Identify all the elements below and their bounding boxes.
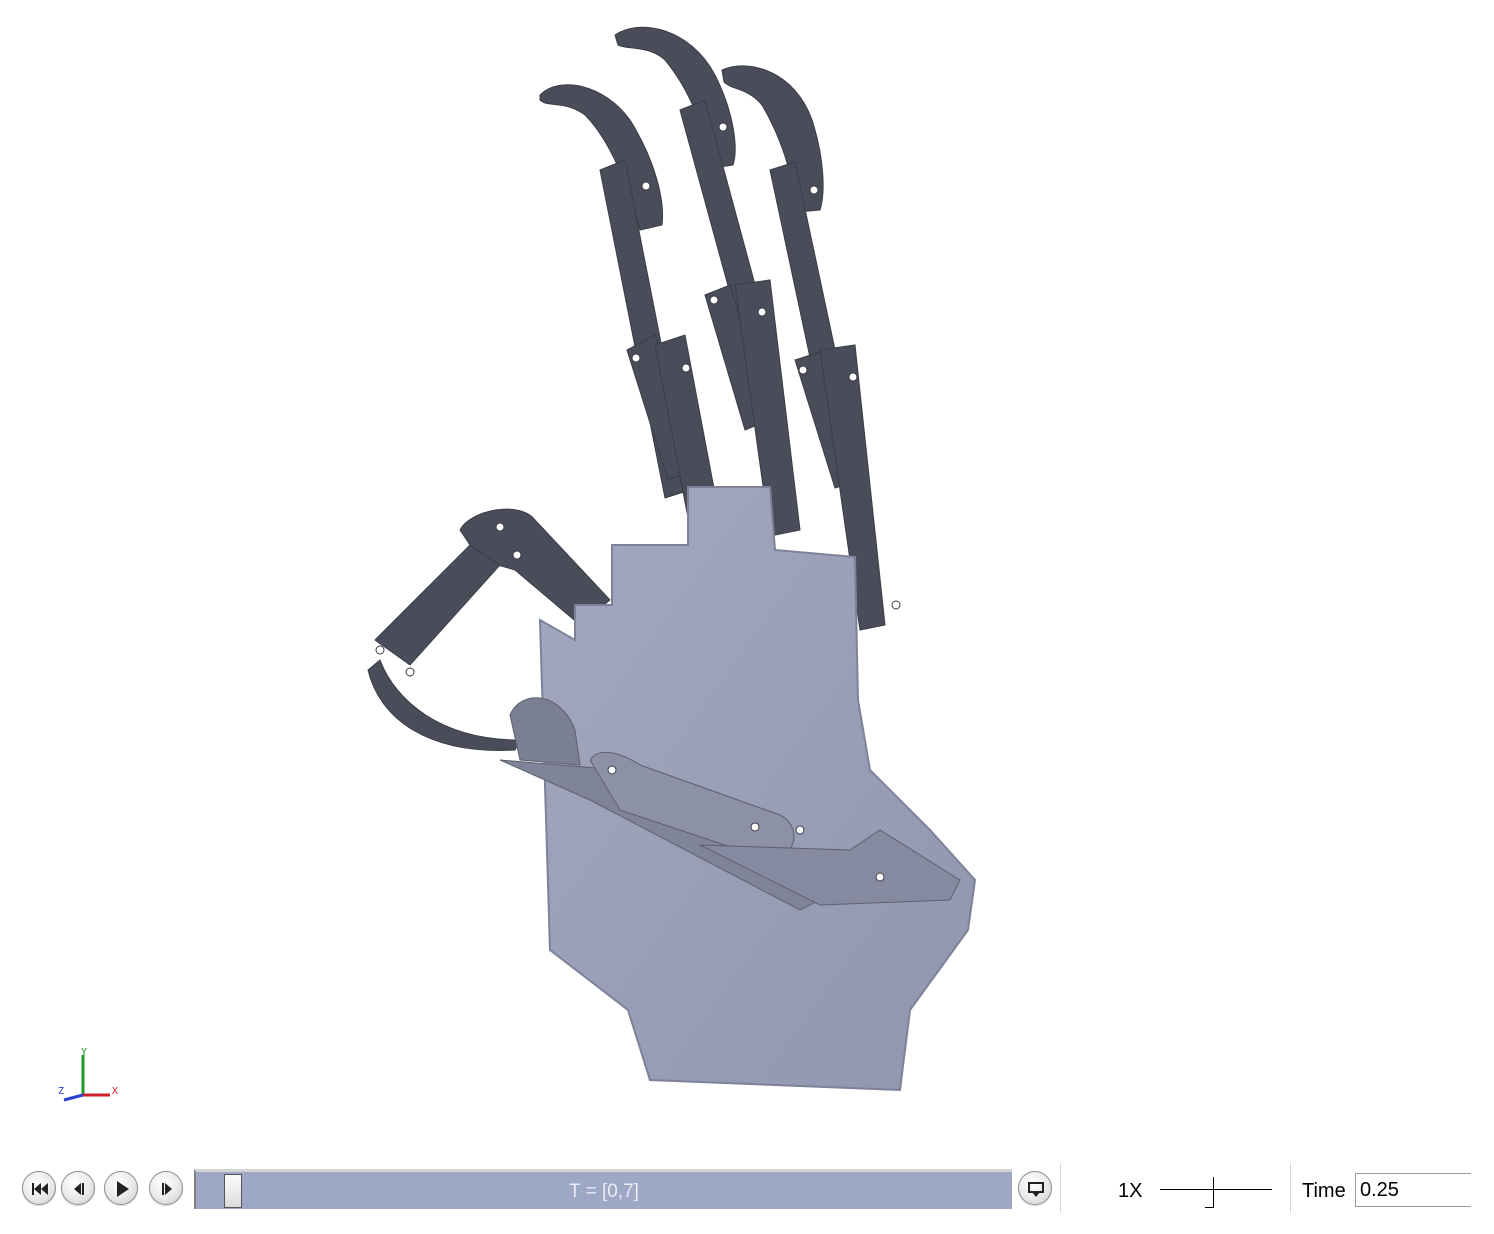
coordinate-triad: Y X Z	[50, 1045, 130, 1110]
animation-toolbar: T = [0,7] 1X Time	[0, 1155, 1494, 1234]
playback-mode-button[interactable]	[1018, 1171, 1052, 1205]
step-back-icon	[74, 1183, 84, 1195]
axis-x-label: X	[112, 1086, 119, 1097]
timeline-slider[interactable]: T = [0,7]	[194, 1169, 1012, 1209]
axis-y-label: Y	[81, 1047, 88, 1058]
hand-model	[367, 26, 977, 1092]
step-back-button[interactable]	[61, 1171, 95, 1205]
speed-slider-track	[1160, 1189, 1272, 1190]
rewind-to-start-icon	[32, 1183, 48, 1195]
axis-z-label: Z	[58, 1086, 65, 1097]
play-button[interactable]	[104, 1171, 138, 1205]
time-input[interactable]	[1355, 1173, 1471, 1207]
3d-viewport[interactable]: Y X Z	[0, 0, 1494, 1150]
speed-slider-thumb[interactable]	[1213, 1177, 1214, 1207]
step-forward-button[interactable]	[149, 1171, 183, 1205]
timeline-range-label: T = [0,7]	[569, 1181, 639, 1202]
playback-mode-icon	[1028, 1182, 1044, 1197]
toolbar-divider	[1290, 1163, 1291, 1213]
step-forward-icon	[162, 1183, 172, 1195]
speed-label: 1X	[1118, 1180, 1143, 1202]
play-icon	[117, 1181, 129, 1197]
rewind-button[interactable]	[22, 1171, 56, 1205]
speed-slider-thumb-base	[1205, 1207, 1214, 1208]
speed-slider[interactable]	[1160, 1169, 1275, 1209]
triad-axes-icon	[63, 1055, 110, 1102]
time-label: Time	[1302, 1180, 1346, 1202]
toolbar-divider	[1060, 1163, 1061, 1213]
